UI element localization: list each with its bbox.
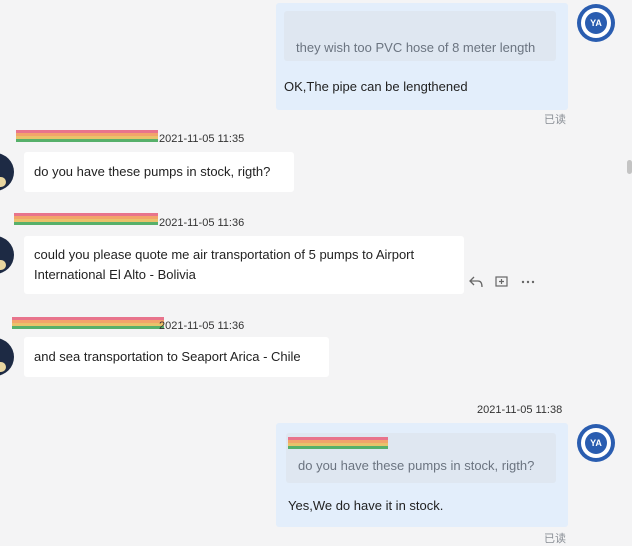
message-text: do you have these pumps in stock, rigth? bbox=[34, 164, 271, 179]
incoming-message[interactable]: could you please quote me air transporta… bbox=[24, 236, 464, 294]
company-avatar[interactable]: YA bbox=[577, 424, 615, 462]
quoted-message[interactable]: do you have these pumps in stock, rigth? bbox=[286, 433, 556, 483]
customer-avatar[interactable] bbox=[0, 338, 14, 376]
add-to-task-icon[interactable] bbox=[494, 276, 510, 291]
message-text-line2: International El Alto - Bolivia bbox=[34, 267, 196, 282]
scrollbar-handle[interactable] bbox=[627, 160, 632, 174]
read-status: 已读 bbox=[544, 533, 566, 545]
quoted-message[interactable]: they wish too PVC hose of 8 meter length bbox=[284, 11, 556, 61]
message-timestamp: 2021-11-05 11:36 bbox=[159, 320, 245, 332]
message-timestamp: 2021-11-05 11:38 bbox=[477, 404, 563, 416]
quoted-message-text: do you have these pumps in stock, rigth? bbox=[298, 458, 535, 473]
redacted-sender-name bbox=[288, 437, 388, 449]
redacted-sender-name bbox=[12, 317, 164, 329]
redacted-sender-name bbox=[16, 130, 158, 142]
outgoing-message[interactable]: they wish too PVC hose of 8 meter length… bbox=[276, 3, 568, 110]
message-text: Yes,We do have it in stock. bbox=[288, 498, 444, 513]
customer-avatar[interactable] bbox=[0, 153, 14, 191]
redacted-sender-name bbox=[14, 213, 158, 225]
more-icon[interactable] bbox=[520, 276, 536, 291]
brand-logo: YA bbox=[585, 12, 607, 34]
quoted-message-text: they wish too PVC hose of 8 meter length bbox=[296, 40, 536, 55]
reply-icon[interactable] bbox=[468, 276, 484, 291]
message-text: and sea transportation to Seaport Arica … bbox=[34, 349, 301, 364]
read-status: 已读 bbox=[544, 114, 566, 126]
brand-logo: YA bbox=[585, 432, 607, 454]
customer-avatar[interactable] bbox=[0, 236, 14, 274]
outgoing-message[interactable]: do you have these pumps in stock, rigth?… bbox=[276, 423, 568, 527]
message-text: OK,The pipe can be lengthened bbox=[284, 79, 468, 94]
incoming-message[interactable]: and sea transportation to Seaport Arica … bbox=[24, 337, 329, 377]
company-avatar[interactable]: YA bbox=[577, 4, 615, 42]
message-actions bbox=[468, 276, 536, 291]
incoming-message[interactable]: do you have these pumps in stock, rigth? bbox=[24, 152, 294, 192]
message-text-line1: could you please quote me air transporta… bbox=[34, 247, 415, 262]
message-timestamp: 2021-11-05 11:35 bbox=[159, 133, 245, 145]
message-timestamp: 2021-11-05 11:36 bbox=[159, 217, 245, 229]
